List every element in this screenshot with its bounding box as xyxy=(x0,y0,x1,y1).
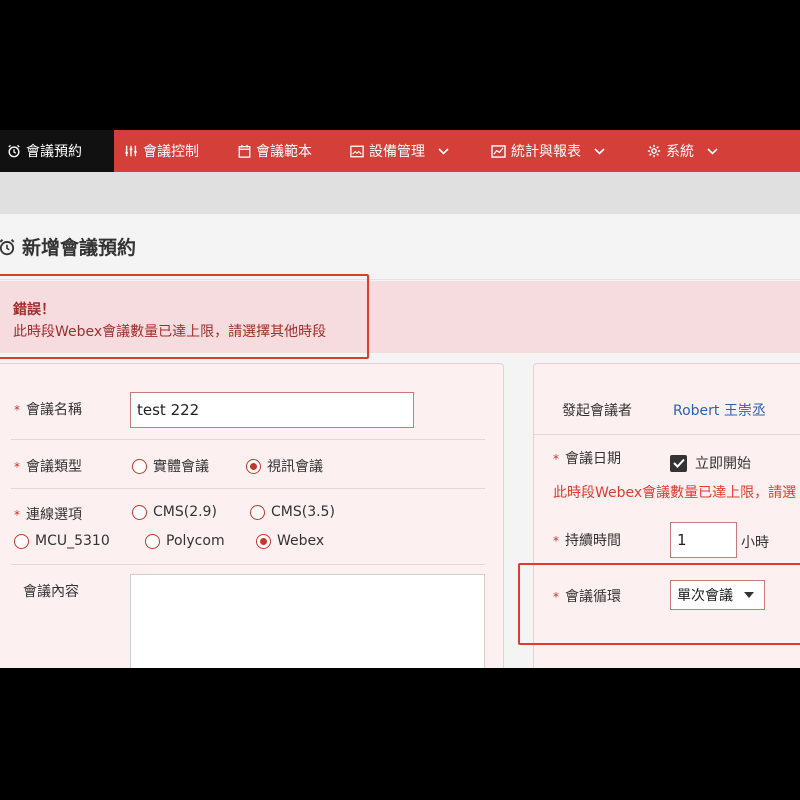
date-error-highlight-frame xyxy=(518,563,800,645)
alarm-clock-icon xyxy=(7,144,21,158)
nav-brand-label: 會議預約 xyxy=(26,144,82,160)
meeting-date-label: * 會議日期 xyxy=(553,451,621,467)
gear-icon xyxy=(647,144,661,158)
checkbox-checked-icon xyxy=(670,454,687,472)
nav-brand-meeting-booking[interactable]: 會議預約 xyxy=(0,130,114,172)
page-header: 新增會議預約 xyxy=(0,214,800,280)
meeting-content-label: 會議內容 xyxy=(23,584,79,600)
chevron-down-icon xyxy=(707,145,718,158)
nav-item-label: 設備管理 xyxy=(369,144,425,160)
connection-options-label: * 連線選項 xyxy=(14,507,82,523)
radio-in-person-meeting[interactable]: 實體會議 xyxy=(132,456,209,476)
duration-label: * 持續時間 xyxy=(553,533,621,549)
chevron-down-icon xyxy=(594,145,605,158)
image-icon xyxy=(350,145,364,158)
main-content: 新增會議預約 錯誤！ 此時段Webex會議數量已達上限，請選擇其他時段 * 會議名… xyxy=(0,214,800,668)
duration-input[interactable]: 1 xyxy=(670,522,737,558)
divider xyxy=(11,488,485,489)
nav-item-label: 系統 xyxy=(666,144,694,160)
radio-webex[interactable]: Webex xyxy=(256,533,324,549)
divider xyxy=(534,434,800,435)
required-asterisk: * xyxy=(553,534,559,548)
radio-circle xyxy=(14,533,29,549)
nav-item-label: 會議範本 xyxy=(256,144,312,160)
calendar-icon xyxy=(238,144,251,158)
nav-item-label: 會議控制 xyxy=(143,144,199,160)
chevron-down-icon xyxy=(438,145,449,158)
start-now-checkbox[interactable]: 立即開始 xyxy=(670,453,751,473)
meeting-info-panel: * 會議名稱 test 222 * 會議類型 實體會議 視訊會議 * 連線選項 CMS… xyxy=(0,363,504,668)
meeting-name-label: * 會議名稱 xyxy=(14,402,82,418)
nav-item-meeting-templates[interactable]: 會議範本 xyxy=(238,130,312,172)
radio-circle xyxy=(132,504,147,520)
required-asterisk: * xyxy=(14,508,20,522)
alarm-clock-icon xyxy=(0,238,16,256)
meeting-content-textarea[interactable] xyxy=(130,574,485,668)
nav-item-statistics-reports[interactable]: 統計與報表 xyxy=(491,130,605,172)
radio-cms-2-9[interactable]: CMS(2.9) xyxy=(132,504,217,520)
radio-polycom[interactable]: Polycom xyxy=(145,533,225,549)
radio-mcu-5310[interactable]: MCU_5310 xyxy=(14,533,110,549)
page-title-text: 新增會議預約 xyxy=(22,237,137,259)
radio-cms-3-5[interactable]: CMS(3.5) xyxy=(250,504,335,520)
page-title: 新增會議預約 xyxy=(0,233,136,260)
divider xyxy=(11,564,485,565)
required-asterisk: * xyxy=(14,403,20,417)
app-screen: 會議預約 會議控制 會議範本 設備管理 統計與報表 系統 新增會議預約 錯誤！ … xyxy=(0,130,800,668)
radio-circle-selected xyxy=(246,458,261,474)
radio-circle xyxy=(132,458,147,474)
radio-video-meeting[interactable]: 視訊會議 xyxy=(246,456,323,476)
sliders-icon xyxy=(124,144,138,158)
nav-item-system[interactable]: 系統 xyxy=(647,130,718,172)
duration-unit: 小時 xyxy=(741,535,769,551)
meeting-type-label: * 會議類型 xyxy=(14,459,82,475)
divider xyxy=(11,439,485,440)
required-asterisk: * xyxy=(553,452,559,466)
initiator-label: 發起會議者 xyxy=(562,403,632,419)
meeting-name-input[interactable]: test 222 xyxy=(130,392,414,428)
nav-item-label: 統計與報表 xyxy=(511,144,581,160)
top-navbar: 會議預約 會議控制 會議範本 設備管理 統計與報表 系統 xyxy=(0,130,800,172)
initiator-name-link[interactable]: Robert 王崇丞 xyxy=(673,400,766,420)
alert-highlight-frame xyxy=(0,274,369,359)
chart-icon xyxy=(491,144,506,158)
nav-item-meeting-control[interactable]: 會議控制 xyxy=(124,130,199,172)
required-asterisk: * xyxy=(14,460,20,474)
radio-circle xyxy=(250,504,265,520)
radio-circle-selected xyxy=(256,533,271,549)
nav-item-device-management[interactable]: 設備管理 xyxy=(350,130,449,172)
sub-toolbar xyxy=(0,172,800,214)
date-error-message: 此時段Webex會議數量已達上限，請選 xyxy=(553,485,797,501)
radio-circle xyxy=(145,533,160,549)
